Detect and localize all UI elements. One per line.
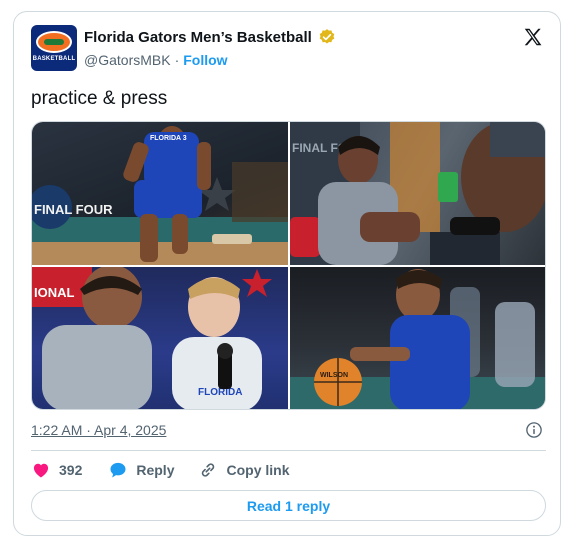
- like-button[interactable]: 392: [31, 460, 82, 480]
- media-grid[interactable]: FINAL FOUR FLORIDA 3 FINAL FO IONAL FLOR…: [31, 121, 546, 410]
- author-display-name[interactable]: Florida Gators Men’s Basketball: [84, 29, 312, 46]
- tweet-timestamp[interactable]: 1:22 AM · Apr 4, 2025: [31, 422, 166, 438]
- copy-link-button[interactable]: Copy link: [198, 460, 290, 480]
- author-handle-row: @GatorsMBK · Follow: [84, 52, 228, 68]
- speech-bubble-icon: [110, 462, 126, 478]
- photo-4-scene: WILSON: [290, 269, 545, 409]
- verified-badge-icon: [319, 29, 335, 44]
- divider: [31, 450, 546, 451]
- x-logo-icon[interactable]: [522, 26, 544, 48]
- reply-label: Reply: [136, 462, 175, 478]
- heart-icon: [33, 463, 49, 478]
- photo-3-banner: IONAL: [34, 285, 75, 300]
- photo-practice-run[interactable]: FINAL FOUR FLORIDA 3: [32, 122, 288, 265]
- photo-duo-interview[interactable]: IONAL FLORIDA: [32, 267, 288, 409]
- photo-3-scene: IONAL FLORIDA: [32, 267, 272, 409]
- photo-3-jersey: FLORIDA: [198, 387, 242, 398]
- photo-1-jersey: FLORIDA 3: [150, 135, 187, 142]
- handle-separator: ·: [174, 52, 180, 68]
- avatar-label: BASKETBALL: [32, 56, 76, 62]
- reply-button[interactable]: Reply: [108, 460, 174, 480]
- photo-1-banner: FINAL FOUR: [34, 202, 113, 217]
- gator-logo-icon: [36, 31, 72, 53]
- photo-4-ball-text: WILSON: [320, 372, 348, 379]
- info-icon[interactable]: [525, 421, 543, 439]
- photo-1-scene: FINAL FOUR FLORIDA 3: [32, 126, 288, 265]
- photo-2-scene: FINAL FO: [290, 122, 545, 265]
- link-icon: [202, 463, 215, 477]
- photo-press-interview[interactable]: FINAL FO: [290, 122, 545, 265]
- avatar[interactable]: BASKETBALL: [31, 25, 77, 71]
- photo-shooting-practice[interactable]: WILSON: [290, 267, 545, 409]
- read-reply-button[interactable]: Read 1 reply: [31, 490, 546, 521]
- tweet-text: practice & press: [31, 88, 168, 109]
- follow-button[interactable]: Follow: [183, 52, 227, 68]
- author-handle[interactable]: @GatorsMBK: [84, 52, 171, 68]
- copy-link-label: Copy link: [226, 462, 290, 478]
- action-bar: 392 Reply Copy link: [31, 460, 290, 480]
- like-count: 392: [59, 462, 83, 478]
- author-name-row: Florida Gators Men’s Basketball: [84, 28, 336, 46]
